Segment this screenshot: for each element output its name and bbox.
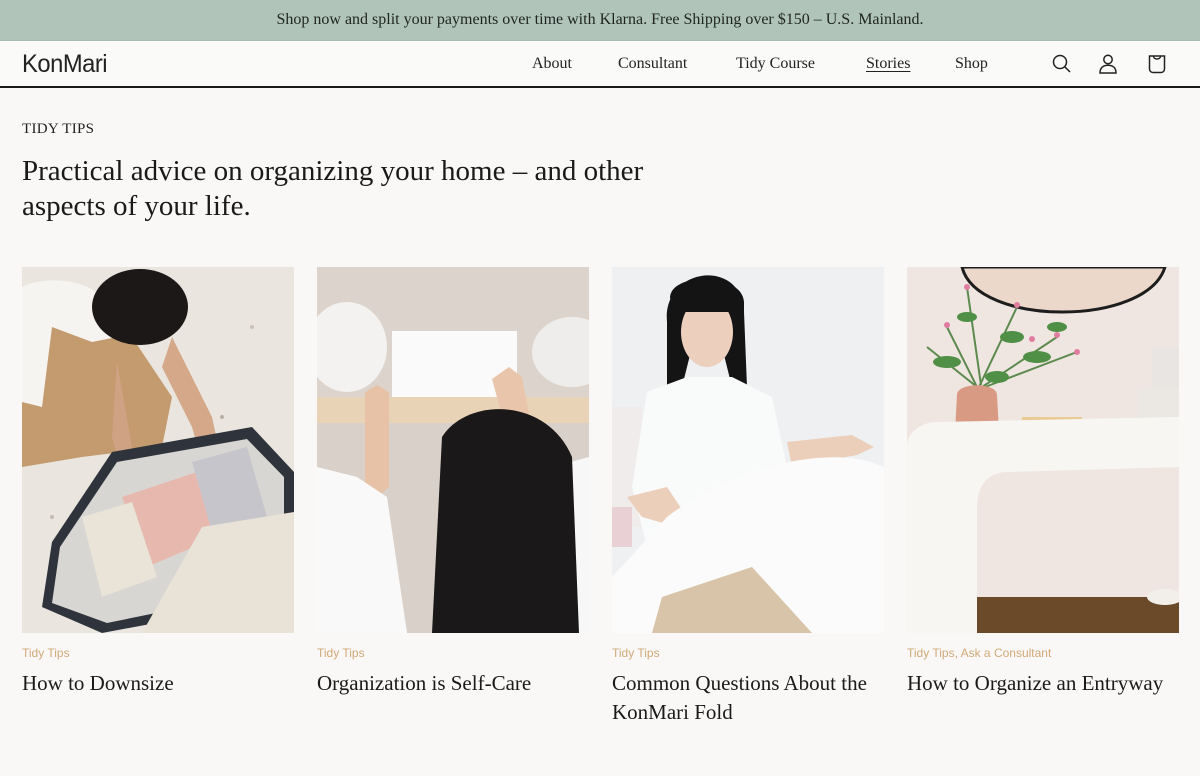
promo-text: Shop now and split your payments over ti… — [276, 11, 924, 28]
article-image-fold[interactable] — [612, 267, 884, 633]
woman-placing-box-on-shelf-image — [317, 267, 589, 633]
logo[interactable]: KonMari — [22, 50, 108, 79]
tag-link[interactable]: Tidy Tips — [22, 646, 70, 660]
nav-tidy-course[interactable]: Tidy Course — [736, 55, 815, 73]
search-button[interactable] — [1050, 52, 1074, 76]
article-tags: Tidy Tips — [22, 646, 294, 662]
nav-about[interactable]: About — [532, 55, 572, 73]
article-title[interactable]: Common Questions About the KonMari Fold — [612, 669, 872, 727]
tag-link[interactable]: Tidy Tips — [612, 646, 660, 660]
article-image-packing[interactable] — [22, 267, 294, 633]
article-card[interactable]: Tidy Tips, Ask a Consultant How to Organ… — [907, 267, 1179, 698]
article-image-shelf[interactable] — [317, 267, 589, 633]
article-card[interactable]: Tidy Tips Common Questions About the Kon… — [612, 267, 884, 727]
nav-stories[interactable]: Stories — [866, 55, 910, 73]
article-title[interactable]: How to Organize an Entryway — [907, 669, 1167, 698]
nav-shop[interactable]: Shop — [955, 55, 988, 73]
article-tags: Tidy Tips — [612, 646, 884, 662]
cart-button[interactable] — [1145, 52, 1169, 76]
article-card[interactable]: Tidy Tips Organization is Self-Care — [317, 267, 589, 698]
tag-link[interactable]: Ask a Consultant — [961, 646, 1052, 660]
page-headline: Practical advice on organizing your home… — [22, 155, 644, 222]
woman-packing-suitcase-image — [22, 267, 294, 633]
article-card[interactable]: Tidy Tips How to Downsize — [22, 267, 294, 698]
account-icon — [1099, 54, 1117, 74]
search-icon — [1052, 54, 1071, 73]
promo-banner[interactable]: Shop now and split your payments over ti… — [0, 0, 1200, 41]
entryway-console-with-flowers-image — [907, 267, 1179, 633]
article-title[interactable]: Organization is Self-Care — [317, 669, 577, 698]
woman-folding-white-sheet-image — [612, 267, 884, 633]
tag-link[interactable]: Tidy Tips — [907, 646, 955, 660]
nav-consultant[interactable]: Consultant — [618, 55, 687, 73]
tag-link[interactable]: Tidy Tips — [317, 646, 365, 660]
article-tags: Tidy Tips — [317, 646, 589, 662]
article-title[interactable]: How to Downsize — [22, 669, 282, 698]
cart-icon — [1148, 55, 1166, 74]
site-header: KonMari About Consultant Tidy Course Sto… — [0, 41, 1200, 88]
account-button[interactable] — [1096, 52, 1120, 76]
article-image-entryway[interactable] — [907, 267, 1179, 633]
article-tags: Tidy Tips, Ask a Consultant — [907, 646, 1179, 662]
section-eyebrow: TIDY TIPS — [22, 121, 95, 137]
